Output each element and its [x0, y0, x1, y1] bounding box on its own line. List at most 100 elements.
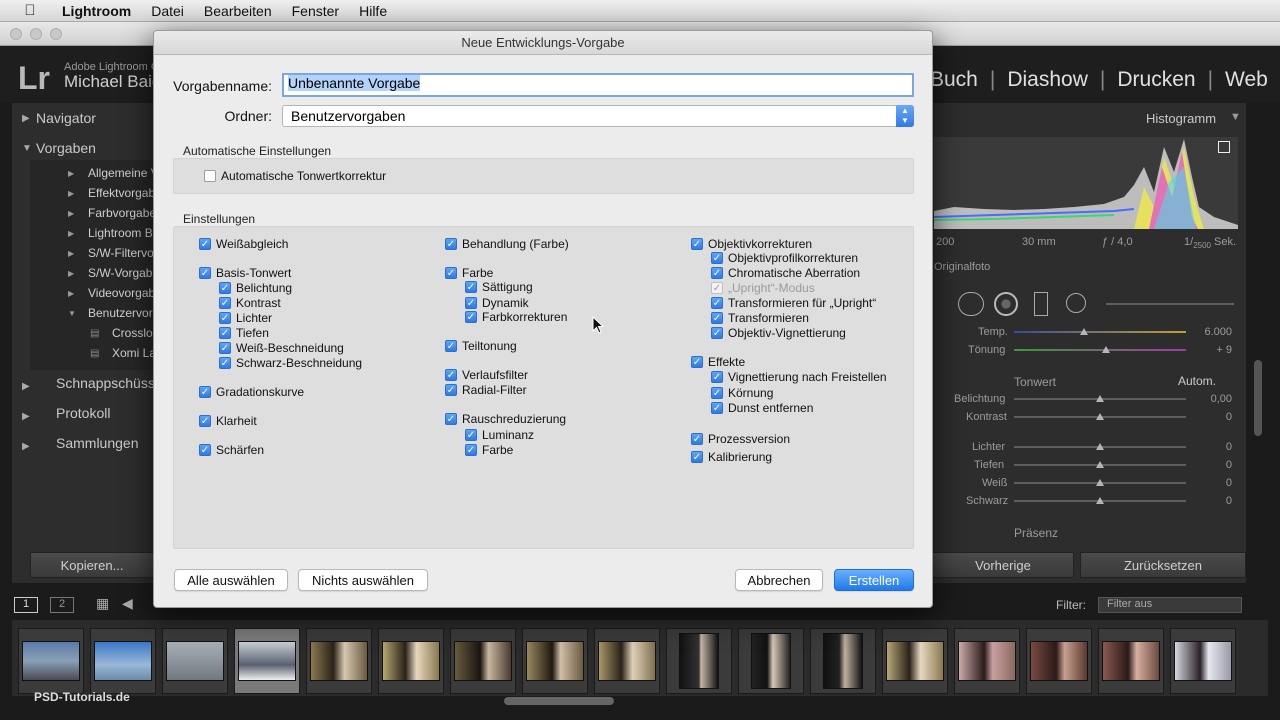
folder-triangle-icon[interactable]: ▶: [68, 249, 74, 258]
temp-value[interactable]: 6.000: [1192, 326, 1232, 338]
apple-icon[interactable]: : [20, 2, 40, 19]
checkbox-objektivkorrekturen[interactable]: ✓ Objektivkorrekturen: [691, 237, 812, 251]
checkbox-radial-filter[interactable]: ✓ Radial-Filter: [445, 383, 527, 397]
filmstrip-thumb[interactable]: [594, 628, 660, 694]
slider-knob[interactable]: [1096, 497, 1104, 504]
slider-knob[interactable]: [1096, 443, 1104, 450]
zoom-window-button[interactable]: [50, 28, 62, 40]
menu-app-lightroom[interactable]: Lightroom: [62, 3, 131, 19]
user-preset[interactable]: Xomi La: [112, 346, 154, 360]
preset-name-input[interactable]: Unbenannte Vorgabe: [282, 73, 914, 97]
filmstrip-thumb[interactable]: [882, 628, 948, 694]
filmstrip-thumb[interactable]: [18, 628, 84, 694]
collapse-triangle-icon[interactable]: ▼: [1230, 111, 1241, 123]
select-all-button[interactable]: Alle auswählen: [174, 569, 288, 591]
auto-tone-checkbox[interactable]: Automatische Tonwertkorrektur: [204, 169, 386, 183]
slider-knob[interactable]: [1080, 328, 1088, 335]
minimize-window-button[interactable]: [30, 28, 42, 40]
back-arrow-icon[interactable]: ◀: [122, 595, 133, 612]
collapsed-triangle-icon[interactable]: ▶: [22, 441, 30, 452]
preset-folder[interactable]: S/W-Filtervor: [88, 246, 154, 260]
menu-datei[interactable]: Datei: [151, 3, 184, 19]
checkbox-vignettierung-freistellen[interactable]: ✓ Vignettierung nach Freistellen: [711, 370, 887, 384]
panel-navigator[interactable]: Navigator: [36, 110, 96, 126]
filmstrip-thumb[interactable]: [162, 628, 228, 694]
filmstrip-thumb[interactable]: [666, 628, 732, 694]
checkbox-transformieren[interactable]: ✓ Transformieren: [711, 311, 809, 325]
filmstrip-thumb-selected[interactable]: [234, 628, 300, 694]
checkbox-schwarz-beschneidung[interactable]: ✓ Schwarz-Beschneidung: [219, 356, 362, 370]
preset-folder[interactable]: Effektvorgab: [88, 186, 154, 200]
tint-slider[interactable]: [1014, 349, 1186, 351]
checkbox-chromatische-aberration[interactable]: ✓ Chromatische Aberration: [711, 266, 860, 280]
preset-folder-user[interactable]: Benutzervorg: [88, 306, 154, 320]
checkbox-kalibrierung[interactable]: ✓ Kalibrierung: [691, 450, 772, 464]
checkbox-dynamik[interactable]: ✓ Dynamik: [465, 296, 529, 310]
menu-bearbeiten[interactable]: Bearbeiten: [204, 3, 272, 19]
slider-value[interactable]: 0: [1192, 411, 1232, 423]
slider-knob[interactable]: [1096, 395, 1104, 402]
red-eye-icon[interactable]: [994, 292, 1018, 316]
second-window-button[interactable]: 2: [50, 597, 74, 613]
checkbox-belichtung[interactable]: ✓ Belichtung: [219, 281, 292, 295]
slider-knob[interactable]: [1096, 461, 1104, 468]
previous-button[interactable]: Vorherige: [932, 552, 1074, 578]
grid-icon[interactable]: ▦: [96, 595, 109, 612]
folder-triangle-icon[interactable]: ▶: [68, 169, 74, 178]
filmstrip-thumb[interactable]: [1098, 628, 1164, 694]
checkbox-klarheit[interactable]: ✓ Klarheit: [199, 414, 257, 428]
module-drucken[interactable]: Drucken: [1117, 68, 1195, 92]
tint-value[interactable]: + 9: [1192, 344, 1232, 356]
checkbox-behandlung[interactable]: ✓ Behandlung (Farbe): [445, 237, 569, 251]
collapsed-triangle-icon[interactable]: ▶: [22, 381, 30, 392]
checkbox-basis-tonwert[interactable]: ✓ Basis-Tonwert: [199, 266, 291, 280]
expanded-triangle-icon[interactable]: ▼: [22, 143, 32, 154]
panel-vorgaben[interactable]: Vorgaben: [36, 140, 96, 156]
filmstrip-thumb[interactable]: [378, 628, 444, 694]
slider-knob[interactable]: [1102, 346, 1110, 353]
slider-knob[interactable]: [1096, 479, 1104, 486]
slider-value[interactable]: 0,00: [1192, 393, 1232, 405]
slider-value[interactable]: 0: [1192, 441, 1232, 453]
preset-folder[interactable]: Lightroom B: [88, 226, 154, 240]
folder-triangle-icon[interactable]: ▶: [68, 209, 74, 218]
checkbox-lichter[interactable]: ✓ Lichter: [219, 311, 272, 325]
collapsed-triangle-icon[interactable]: ▶: [22, 113, 30, 124]
checkbox-dunst-entfernen[interactable]: ✓ Dunst entfernen: [711, 401, 813, 415]
filmstrip-thumb[interactable]: [90, 628, 156, 694]
checkbox-saettigung[interactable]: ✓ Sättigung: [465, 280, 533, 294]
checkbox-tiefen[interactable]: ✓ Tiefen: [219, 326, 269, 340]
auto-tone-button[interactable]: Autom.: [1178, 374, 1216, 388]
panel-protokoll[interactable]: Protokoll: [56, 405, 110, 421]
preset-folder[interactable]: Videovorgab: [88, 286, 154, 300]
slider-knob[interactable]: [1096, 413, 1104, 420]
preset-folder[interactable]: S/W-Vorgabe: [88, 266, 154, 280]
checkbox-transformieren-upright[interactable]: ✓ Transformieren für „Upright“: [711, 296, 876, 310]
panel-sammlungen[interactable]: Sammlungen: [56, 435, 139, 451]
folder-triangle-icon[interactable]: ▶: [68, 269, 74, 278]
preset-folder[interactable]: Allgemeine V: [88, 166, 154, 180]
module-web[interactable]: Web: [1225, 68, 1268, 92]
graduated-filter-icon[interactable]: [1034, 292, 1048, 316]
cancel-button[interactable]: Abbrechen: [735, 569, 823, 591]
module-diashow[interactable]: Diashow: [1007, 68, 1088, 92]
filmstrip-thumb[interactable]: [738, 628, 804, 694]
folder-triangle-icon[interactable]: ▶: [68, 289, 74, 298]
checkbox-kontrast[interactable]: ✓ Kontrast: [219, 296, 281, 310]
preset-folder[interactable]: Farbvorgabe: [88, 206, 154, 220]
filmstrip-thumb[interactable]: [1026, 628, 1092, 694]
checkbox-gradationskurve[interactable]: ✓ Gradationskurve: [199, 385, 304, 399]
slider-value[interactable]: 0: [1192, 477, 1232, 489]
checkbox-luminanz[interactable]: ✓ Luminanz: [465, 428, 534, 442]
folder-expanded-icon[interactable]: ▼: [68, 309, 76, 318]
checkbox-farbkorrekturen[interactable]: ✓ Farbkorrekturen: [465, 310, 567, 324]
highlight-clipping-icon[interactable]: [1218, 141, 1230, 153]
checkbox-objektiv-vignettierung[interactable]: ✓ Objektiv-Vignettierung: [711, 326, 846, 340]
checkbox-prozessversion[interactable]: ✓ Prozessversion: [691, 432, 790, 446]
slider-value[interactable]: 0: [1192, 495, 1232, 507]
checkbox-rausch-farbe[interactable]: ✓ Farbe: [465, 443, 513, 457]
panel-scrollbar[interactable]: [1254, 360, 1262, 436]
filter-select[interactable]: Filter aus: [1098, 597, 1242, 613]
checkbox-farbe[interactable]: ✓ Farbe: [445, 266, 493, 280]
create-button[interactable]: Erstellen: [834, 569, 914, 591]
